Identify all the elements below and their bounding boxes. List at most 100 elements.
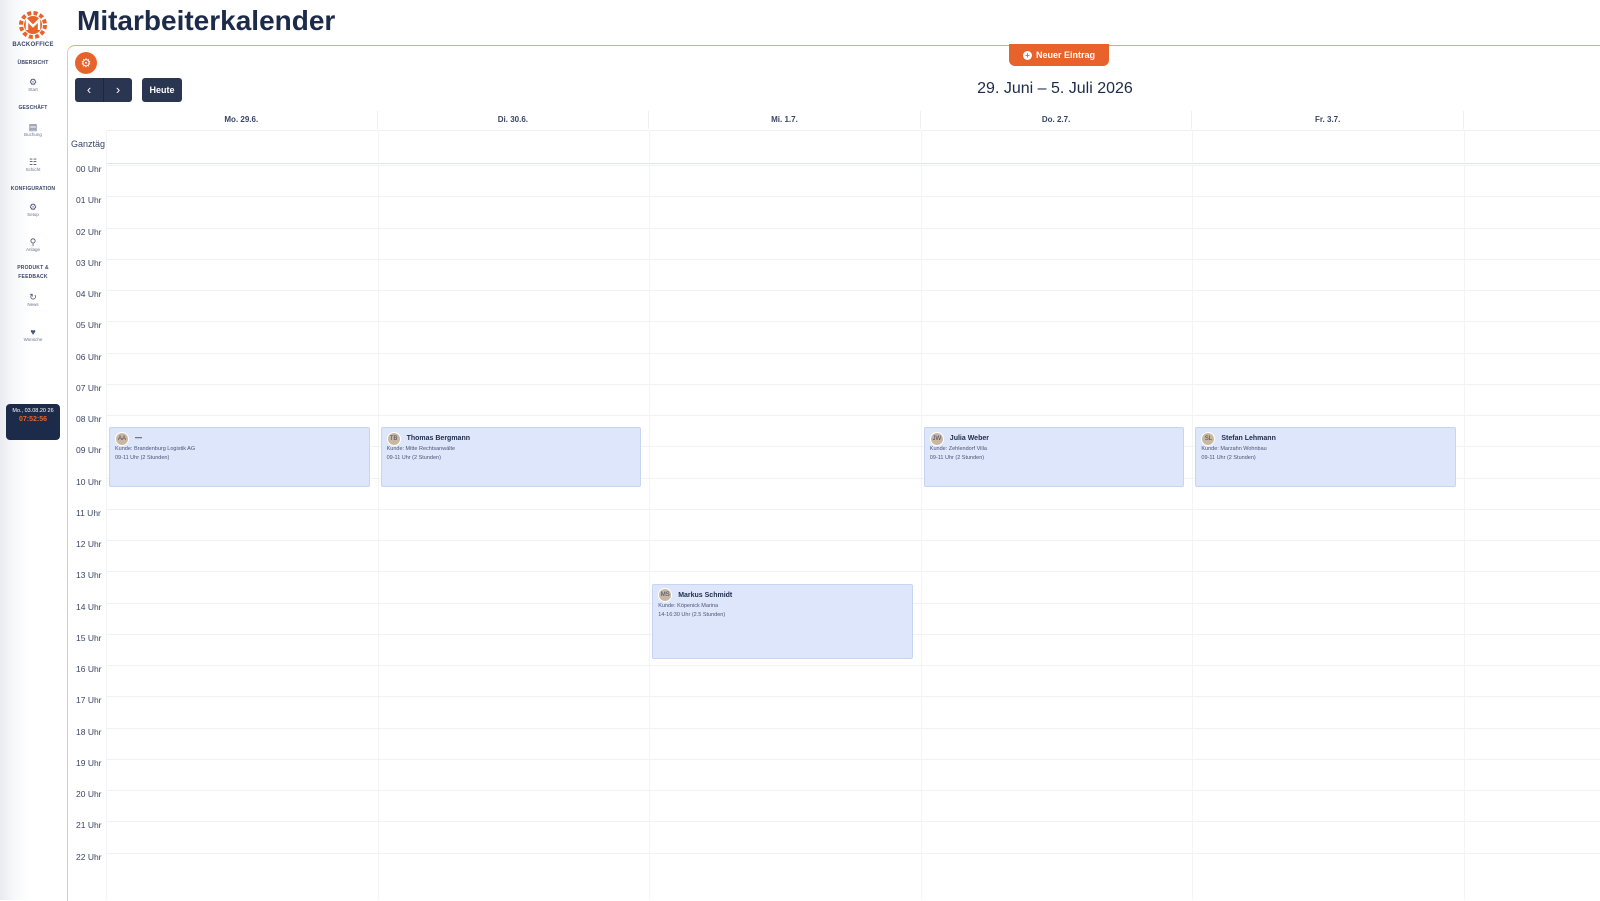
clock-time: 07:52:56	[18, 416, 48, 423]
event-header: SL Stefan Lehmann	[1201, 431, 1450, 446]
sidebar-item-start[interactable]: ⚙ Start	[0, 77, 66, 93]
hour-label: 12 Uhr	[76, 539, 102, 549]
hour-label: 17 Uhr	[76, 695, 102, 706]
hour-line	[106, 290, 1600, 291]
allday-label: Ganztäg	[71, 139, 106, 149]
sidebar-item-news[interactable]: ↻ News	[0, 292, 66, 308]
today-button[interactable]: Heute	[142, 78, 182, 102]
hour-label: 10 Uhr	[76, 476, 102, 487]
plus-icon: +	[1022, 51, 1032, 61]
hour-label: 19 Uhr	[76, 757, 102, 768]
section-overview: ÜBERSICHT	[17, 60, 49, 66]
calendar-event[interactable]: MS Markus Schmidt Kunde: Köpenick Marina 14…	[652, 583, 913, 659]
event-time: 09-11 Uhr (2 Stunden)	[929, 455, 985, 462]
calendar-event[interactable]: SL Stefan Lehmann Kunde: Marzahn Wohnbau 09…	[1195, 427, 1456, 487]
event-customer: Kunde: Brandenburg Logistik AG	[115, 446, 196, 453]
new-entry-button[interactable]: + Neuer Eintrag	[1009, 44, 1109, 66]
hour-label: 07 Uhr	[76, 382, 102, 393]
chevron-left-icon: ‹	[86, 82, 92, 97]
page-title: Mitarbeiterkalender	[77, 5, 336, 36]
setup-icon: ⚙	[28, 202, 38, 212]
avatar: MS	[658, 588, 673, 602]
event-time: 09-11 Uhr (2 Stunden)	[386, 455, 441, 462]
hour-label: 18 Uhr	[76, 726, 102, 737]
event-header: AA —	[115, 431, 364, 446]
avatar: TB	[386, 431, 401, 446]
hour-label: 02 Uhr	[76, 226, 102, 237]
hour-label: 00 Uhr	[76, 164, 102, 174]
event-customer: Kunde: Köpenick Marina	[658, 602, 719, 609]
event-employee-name: Thomas Bergmann	[406, 435, 470, 443]
hour-label: 09 Uhr	[76, 445, 102, 456]
event-header: JW Julia Weber	[929, 431, 1179, 446]
day-column-divider	[1192, 130, 1194, 900]
week-navigation: ‹ ›	[75, 78, 132, 102]
hour-label: 15 Uhr	[76, 632, 102, 643]
clock-widget: Mo., 03.08.20 26 07:52:56	[6, 404, 60, 440]
section-product-feedback: PRODUKT & FEEDBACK	[17, 265, 49, 280]
hour-label: 13 Uhr	[76, 570, 102, 581]
clock-date: Mo., 03.08.20 26	[12, 408, 54, 414]
booking-icon: ▤	[28, 122, 38, 132]
chevron-right-icon: ›	[115, 82, 121, 97]
hour-label: 14 Uhr	[76, 601, 102, 612]
brand-label: BACKOFFICE	[12, 42, 54, 48]
hour-label: 21 Uhr	[76, 820, 102, 831]
hour-line	[106, 852, 1600, 854]
next-week-button[interactable]: ›	[104, 78, 132, 102]
event-header: TB Thomas Bergmann	[386, 431, 636, 446]
event-time: 14-16:30 Uhr (2.5 Stunden)	[658, 611, 726, 618]
calendar-event[interactable]: AA — Kunde: Brandenburg Logistik AG 09-11 U…	[109, 427, 370, 487]
sidebar-item-schedule[interactable]: ☷ Schicht	[0, 157, 66, 173]
day-column-divider	[920, 130, 922, 900]
gear-icon[interactable]: ⚙	[75, 52, 97, 74]
day-column-divider	[649, 130, 651, 900]
hour-label: 05 Uhr	[76, 320, 102, 331]
hour-line	[106, 665, 1600, 666]
hour-line	[106, 696, 1600, 698]
sidebar-item-anlage[interactable]: ⚲ Anlage	[0, 237, 66, 253]
section-business: GESCHÄFT	[18, 105, 48, 111]
day-column-divider	[106, 130, 107, 900]
event-customer: Kunde: Mitte Rechtsanwälte	[386, 446, 456, 453]
hour-line	[106, 352, 1600, 354]
day-header[interactable]: Fr. 3.7.	[1192, 111, 1464, 129]
hour-line	[106, 321, 1600, 323]
hour-line	[106, 758, 1600, 760]
hour-line	[106, 508, 1600, 510]
calendar-event[interactable]: JW Julia Weber Kunde: Zehlendorf Villa 09-1…	[923, 427, 1185, 487]
day-header[interactable]: Mi. 1.7.	[649, 111, 921, 129]
hour-line	[106, 790, 1600, 791]
date-range: 29. Juni – 5. Juli 2026	[977, 80, 1133, 97]
backoffice-logo-icon[interactable]	[16, 8, 50, 42]
event-customer: Kunde: Marzahn Wohnbau	[1201, 446, 1267, 453]
pin-icon: ⚲	[29, 237, 37, 247]
avatar: JW	[929, 431, 944, 446]
day-column-divider	[1464, 130, 1465, 900]
allday-row[interactable]	[106, 130, 1600, 164]
event-employee-name: —	[135, 435, 142, 443]
calendar-event[interactable]: TB Thomas Bergmann Kunde: Mitte Rechtsanwä…	[380, 427, 642, 487]
hour-line	[106, 571, 1600, 573]
sidebar-item-wishes[interactable]: ♥ Wünsche	[0, 327, 66, 343]
news-icon: ↻	[29, 292, 37, 302]
sidebar-item-setup[interactable]: ⚙ Setup	[0, 202, 66, 218]
hour-label: 08 Uhr	[76, 414, 102, 424]
hour-label: 03 Uhr	[76, 257, 102, 268]
day-column-divider	[377, 130, 379, 900]
hour-line	[106, 415, 1600, 416]
day-header[interactable]: Do. 2.7.	[921, 111, 1193, 129]
home-icon: ⚙	[28, 77, 38, 87]
hour-line	[106, 821, 1600, 823]
hour-line	[106, 196, 1600, 198]
day-header[interactable]: Mo. 29.6.	[106, 111, 378, 129]
sidebar-item-booking[interactable]: ▤ Buchung	[0, 122, 66, 138]
previous-week-button[interactable]: ‹	[75, 78, 104, 102]
hour-line	[106, 258, 1600, 260]
hour-line	[106, 540, 1600, 541]
event-customer: Kunde: Zehlendorf Villa	[929, 446, 987, 453]
event-employee-name: Markus Schmidt	[678, 591, 733, 599]
hour-line	[106, 727, 1600, 729]
day-header[interactable]: Di. 30.6.	[378, 111, 650, 129]
hour-label: 16 Uhr	[76, 664, 102, 674]
